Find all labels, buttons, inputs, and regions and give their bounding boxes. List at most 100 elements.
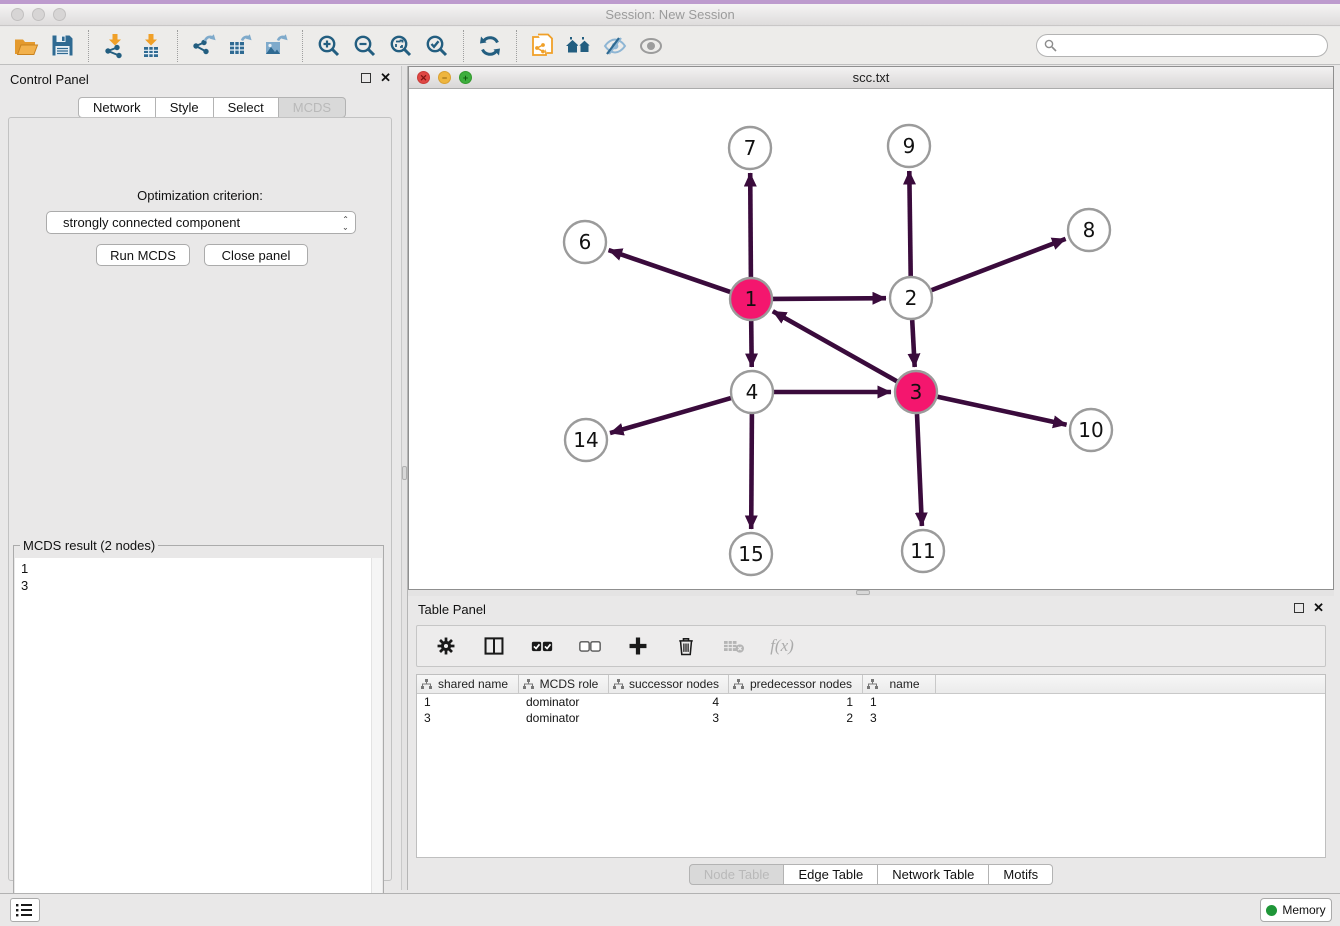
node-14[interactable]: 14 <box>565 419 607 461</box>
columns-icon <box>483 635 505 657</box>
splitter-handle[interactable] <box>402 466 407 480</box>
refresh-button[interactable] <box>472 29 508 63</box>
edge-3-10[interactable] <box>938 397 1067 425</box>
table-cell: 1 <box>417 694 519 710</box>
export-network-button[interactable] <box>186 29 222 63</box>
import-table-button[interactable] <box>133 29 169 63</box>
node-4[interactable]: 4 <box>731 371 773 413</box>
node-3[interactable]: 3 <box>895 371 937 413</box>
zoom-in-button[interactable] <box>311 29 347 63</box>
tab-select[interactable]: Select <box>214 97 279 118</box>
save-session-button[interactable] <box>44 29 80 63</box>
table-body: 1dominator4113dominator323 <box>417 694 1325 726</box>
result-scrollbar[interactable] <box>371 558 382 921</box>
column-header-shared-name[interactable]: shared name <box>417 675 519 693</box>
network-window-titlebar[interactable]: ✕ − + scc.txt <box>409 67 1333 89</box>
node-15[interactable]: 15 <box>730 533 772 575</box>
table-panel: Table Panel ✕ <box>408 596 1334 890</box>
search-input[interactable] <box>1036 34 1328 57</box>
column-header-successor-nodes[interactable]: successor nodes <box>609 675 729 693</box>
delete-table-button[interactable] <box>721 633 747 659</box>
delete-column-button[interactable] <box>673 633 699 659</box>
function-builder-button[interactable]: f(x) <box>769 633 795 659</box>
svg-text:3: 3 <box>910 380 923 404</box>
export-image-icon <box>263 33 289 59</box>
open-session-button[interactable] <box>8 29 44 63</box>
column-header-MCDS-role[interactable]: MCDS role <box>519 675 609 693</box>
open-network-file-button[interactable] <box>525 29 561 63</box>
show-column-panel-button[interactable] <box>481 633 507 659</box>
network-graph: 7 9 6 8 1 2 4 3 14 10 15 11 <box>409 90 1333 589</box>
add-column-button[interactable] <box>625 633 651 659</box>
tab-style[interactable]: Style <box>156 97 214 118</box>
network-view-window: ✕ − + scc.txt 7 9 6 8 1 2 4 3 14 10 15 11 <box>408 66 1334 590</box>
eye-slash-icon <box>602 33 628 59</box>
edge-1-6[interactable] <box>609 250 731 292</box>
node-7[interactable]: 7 <box>729 127 771 169</box>
tab-edge-table[interactable]: Edge Table <box>784 864 878 885</box>
edge-3-11[interactable] <box>917 414 922 526</box>
tab-motifs[interactable]: Motifs <box>989 864 1053 885</box>
zoom-out-button[interactable] <box>347 29 383 63</box>
edge-4-14[interactable] <box>610 398 731 433</box>
edge-2-9[interactable] <box>909 171 910 276</box>
vertical-splitter[interactable] <box>401 66 408 890</box>
criterion-dropdown[interactable]: strongly connected component ⌃⌃ <box>46 211 356 234</box>
node-2[interactable]: 2 <box>890 277 932 319</box>
edge-1-7[interactable] <box>750 173 751 277</box>
svg-text:14: 14 <box>573 428 598 452</box>
edge-3-1[interactable] <box>773 311 897 381</box>
network-view-title: scc.txt <box>409 70 1333 85</box>
run-mcds-button[interactable]: Run MCDS <box>96 244 190 266</box>
panel-selector-button[interactable] <box>10 898 40 922</box>
criterion-value: strongly connected component <box>63 215 240 230</box>
titlebar[interactable]: Session: New Session <box>0 4 1340 26</box>
export-table-button[interactable] <box>222 29 258 63</box>
application-window: Session: New Session <box>0 0 1340 926</box>
close-panel-button[interactable]: Close panel <box>204 244 308 266</box>
float-panel-icon[interactable] <box>1294 603 1304 613</box>
node-11[interactable]: 11 <box>902 530 944 572</box>
edge-2-3[interactable] <box>912 320 915 367</box>
node-9[interactable]: 9 <box>888 125 930 167</box>
node-8[interactable]: 8 <box>1068 209 1110 251</box>
node-6[interactable]: 6 <box>564 221 606 263</box>
node-10[interactable]: 10 <box>1070 409 1112 451</box>
column-header-predecessor-nodes[interactable]: predecessor nodes <box>729 675 863 693</box>
zoom-in-icon <box>316 33 342 59</box>
edge-4-15[interactable] <box>751 414 752 529</box>
memory-button[interactable]: Memory <box>1260 898 1332 922</box>
table-row[interactable]: 1dominator411 <box>417 694 1325 710</box>
node-1[interactable]: 1 <box>730 278 772 320</box>
tab-network[interactable]: Network <box>78 97 156 118</box>
edge-1-4[interactable] <box>751 321 752 367</box>
toolbar-separator <box>177 30 178 62</box>
mcds-result-group: MCDS result (2 nodes) 13 <box>13 545 384 923</box>
mcds-result-textarea[interactable]: 13 <box>15 558 382 921</box>
svg-text:11: 11 <box>910 539 935 563</box>
import-network-button[interactable] <box>97 29 133 63</box>
export-image-button[interactable] <box>258 29 294 63</box>
column-header-name[interactable]: name <box>863 675 936 693</box>
zoom-fit-button[interactable] <box>383 29 419 63</box>
deselect-all-button[interactable] <box>577 633 603 659</box>
chevron-up-down-icon: ⌃⌃ <box>342 217 349 229</box>
close-panel-icon[interactable]: ✕ <box>1313 603 1324 613</box>
node-table: shared nameMCDS rolesuccessor nodesprede… <box>416 674 1326 858</box>
edge-2-8[interactable] <box>932 239 1066 290</box>
show-all-button[interactable] <box>633 29 669 63</box>
edge-1-2[interactable] <box>773 298 886 299</box>
splitter-handle[interactable] <box>856 590 870 595</box>
tab-mcds[interactable]: MCDS <box>279 97 346 118</box>
first-neighbors-button[interactable] <box>561 29 597 63</box>
float-panel-icon[interactable] <box>361 73 371 83</box>
select-all-button[interactable] <box>529 633 555 659</box>
table-row[interactable]: 3dominator323 <box>417 710 1325 726</box>
settings-button[interactable] <box>433 633 459 659</box>
tab-node-table[interactable]: Node Table <box>689 864 785 885</box>
close-panel-icon[interactable]: ✕ <box>380 73 391 83</box>
tab-network-table[interactable]: Network Table <box>878 864 989 885</box>
zoom-selected-button[interactable] <box>419 29 455 63</box>
network-canvas[interactable]: 7 9 6 8 1 2 4 3 14 10 15 11 <box>409 90 1333 589</box>
hide-selected-button[interactable] <box>597 29 633 63</box>
